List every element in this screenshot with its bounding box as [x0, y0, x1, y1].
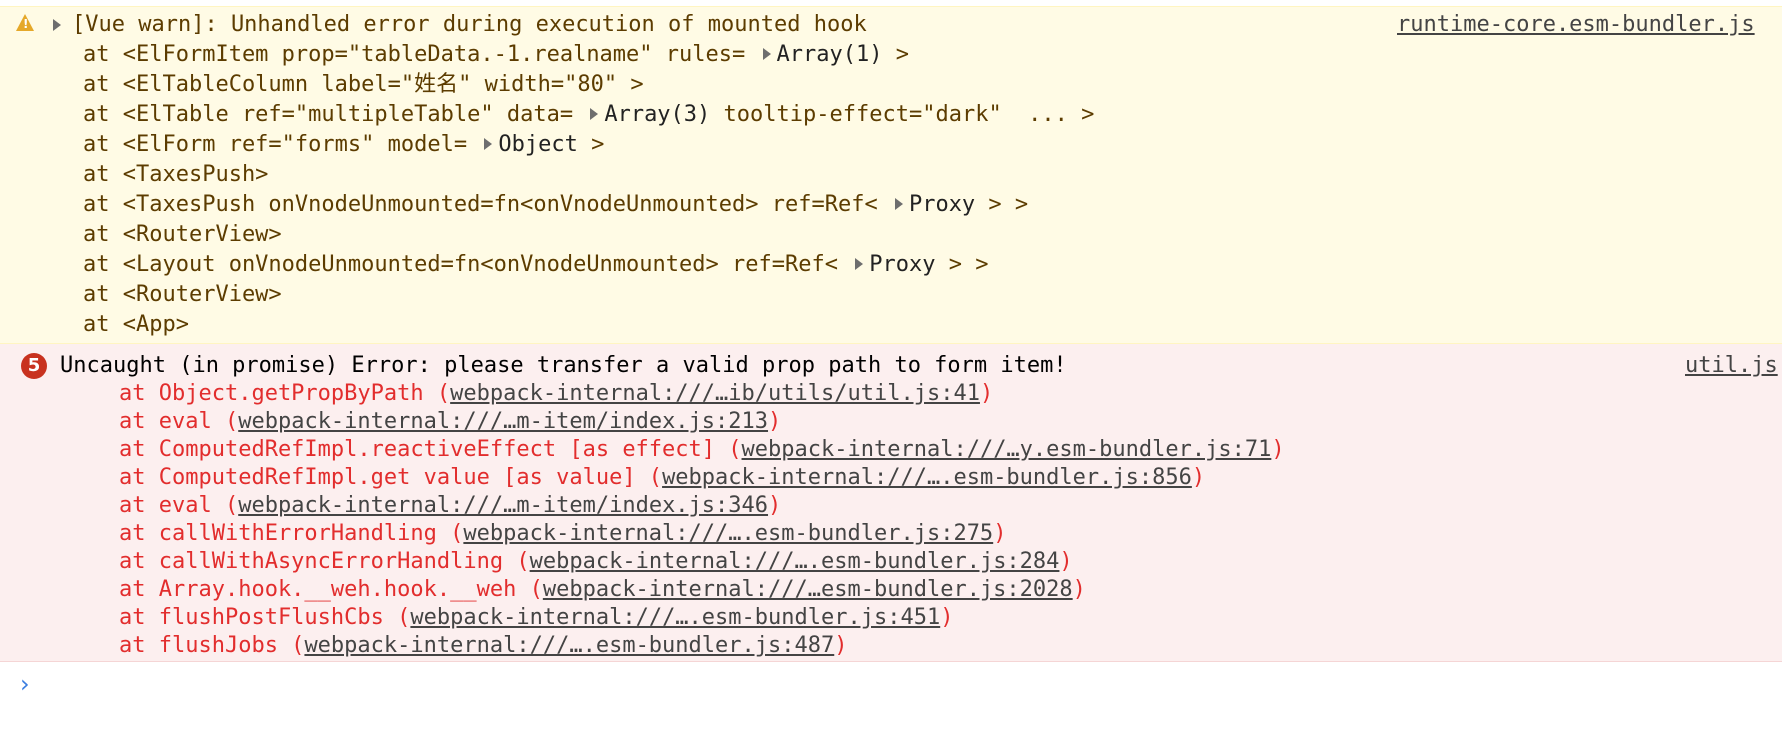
object-preview[interactable]: Proxy — [909, 192, 975, 217]
trace-text: > > — [975, 192, 1029, 217]
object-preview[interactable]: Proxy — [869, 252, 935, 277]
warning-trace-line: at <App> — [83, 311, 189, 339]
warning-trace-line: at <TaxesPush onVnodeUnmounted=fn<onVnod… — [83, 191, 1028, 219]
trace-text: at <ElTableColumn label="姓名" width="80" … — [83, 72, 644, 97]
warning-trace-line: at <ElTable ref="multipleTable" data= Ar… — [83, 101, 1094, 129]
warning-trace-line: at <ElFormItem prop="tableData.-1.realna… — [83, 41, 909, 69]
warning-trace-line: at <RouterView> — [83, 281, 282, 309]
error-text: Uncaught (in promise) Error: please tran… — [60, 353, 1067, 378]
stack-frame-link[interactable]: webpack-internal:///…y.esm-bundler.js:71 — [742, 437, 1272, 462]
trace-text: > > — [935, 252, 989, 277]
trace-text: at <TaxesPush> — [83, 162, 269, 187]
error-stack-frame: at ComputedRefImpl.reactiveEffect [as ef… — [119, 436, 1285, 464]
warning-triangle-icon: ! — [16, 14, 34, 31]
stack-frame-link[interactable]: webpack-internal:///…ib/utils/util.js:41 — [450, 381, 980, 406]
stack-frame-text: at callWithErrorHandling ( — [119, 521, 464, 546]
error-stack-frame: at callWithAsyncErrorHandling (webpack-i… — [119, 548, 1073, 576]
stack-frame-text: ) — [1191, 465, 1206, 490]
stack-frame-link[interactable]: webpack-internal:///…esm-bundler.js:2028 — [543, 577, 1073, 602]
trace-text: > — [882, 42, 909, 67]
stack-frame-link[interactable]: webpack-internal:///….esm-bundler.js:275 — [463, 521, 993, 546]
stack-frame-text: ) — [940, 605, 954, 630]
stack-frame-text: ) — [834, 633, 848, 658]
stack-frame-link[interactable]: webpack-internal:///….esm-bundler.js:284 — [530, 549, 1060, 574]
expand-triangle-icon[interactable] — [590, 108, 599, 120]
expand-triangle-icon[interactable] — [855, 258, 864, 270]
warning-source-link[interactable]: runtime-core.esm-bundler.js — [1397, 11, 1755, 39]
warning-trace-line: at <ElTableColumn label="姓名" width="80" … — [83, 71, 644, 99]
expand-triangle-icon[interactable] — [484, 138, 493, 150]
trace-text: > — [577, 132, 605, 157]
warning-text: [Vue warn]: Unhandled error during execu… — [72, 12, 867, 37]
error-stack-frame: at ComputedRefImpl.get value [as value] … — [119, 464, 1205, 492]
error-stack-frame: at flushJobs (webpack-internal:///….esm-… — [119, 632, 848, 660]
trace-text: at <App> — [83, 312, 189, 337]
trace-text: at <ElFormItem prop="tableData.-1.realna… — [83, 42, 759, 67]
stack-frame-link[interactable]: webpack-internal:///….esm-bundler.js:856 — [662, 465, 1192, 490]
object-preview[interactable]: Object — [498, 132, 577, 157]
trace-text: tooltip-effect="dark" ... > — [710, 102, 1095, 127]
error-count-badge: 5 — [21, 353, 47, 379]
stack-frame-text: ) — [1059, 549, 1073, 574]
trace-text: at <Layout onVnodeUnmounted=fn<onVnodeUn… — [83, 252, 852, 277]
object-preview[interactable]: Array(3) — [604, 102, 710, 127]
object-preview[interactable]: Array(1) — [777, 42, 883, 67]
stack-frame-text: ) — [1271, 437, 1285, 462]
stack-frame-link[interactable]: webpack-internal:///….esm-bundler.js:487 — [304, 633, 834, 658]
stack-frame-text: ) — [768, 409, 782, 434]
trace-text: at <RouterView> — [83, 222, 282, 247]
stack-frame-text: at flushJobs ( — [119, 633, 305, 658]
warning-trace-line: at <RouterView> — [83, 221, 282, 249]
stack-frame-link[interactable]: webpack-internal:///…m-item/index.js:213 — [238, 409, 768, 434]
warning-trace-line: at <Layout onVnodeUnmounted=fn<onVnodeUn… — [83, 251, 988, 279]
expand-triangle-icon[interactable] — [53, 19, 61, 31]
trace-text: at <TaxesPush onVnodeUnmounted=fn<onVnod… — [83, 192, 891, 217]
error-stack-frame: at Object.getPropByPath (webpack-interna… — [119, 380, 993, 408]
expand-triangle-icon[interactable] — [894, 198, 903, 210]
stack-frame-text: at Array.hook.__weh.hook.__weh ( — [119, 577, 543, 602]
stack-frame-text: at callWithAsyncErrorHandling ( — [119, 549, 530, 574]
error-stack-frame: at eval (webpack-internal:///…m-item/ind… — [119, 408, 781, 436]
error-stack-frame: at callWithErrorHandling (webpack-intern… — [119, 520, 1006, 548]
stack-frame-text: at Object.getPropByPath ( — [119, 381, 451, 406]
stack-frame-text: at eval ( — [119, 493, 239, 518]
stack-frame-link[interactable]: webpack-internal:///….esm-bundler.js:451 — [410, 605, 940, 630]
stack-frame-text: ) — [1072, 577, 1086, 602]
error-stack-frame: at flushPostFlushCbs (webpack-internal:/… — [119, 604, 953, 632]
warning-trace-line: at <ElForm ref="forms" model= Object > — [83, 131, 604, 159]
error-stack-frame: at Array.hook.__weh.hook.__weh (webpack-… — [119, 576, 1086, 604]
stack-frame-text: ) — [768, 493, 782, 518]
error-source-link[interactable]: util.js — [1685, 352, 1778, 380]
stack-frame-text: at ComputedRefImpl.reactiveEffect [as ef… — [119, 437, 742, 462]
error-stack-frame: at eval (webpack-internal:///…m-item/ind… — [119, 492, 781, 520]
stack-frame-text: at flushPostFlushCbs ( — [119, 605, 411, 630]
stack-frame-text: ) — [993, 521, 1007, 546]
trace-text: at <ElTable ref="multipleTable" data= — [83, 102, 587, 127]
stack-frame-text: ) — [979, 381, 994, 406]
trace-text: at <ElForm ref="forms" model= — [83, 132, 481, 157]
trace-text: at <RouterView> — [83, 282, 282, 307]
stack-frame-text: at eval ( — [119, 409, 239, 434]
stack-frame-text: at ComputedRefImpl.get value [as value] … — [119, 465, 663, 490]
chevron-right-icon[interactable]: › — [20, 670, 30, 698]
expand-triangle-icon[interactable] — [762, 48, 771, 60]
stack-frame-link[interactable]: webpack-internal:///…m-item/index.js:346 — [238, 493, 768, 518]
warning-trace-line: at <TaxesPush> — [83, 161, 268, 189]
